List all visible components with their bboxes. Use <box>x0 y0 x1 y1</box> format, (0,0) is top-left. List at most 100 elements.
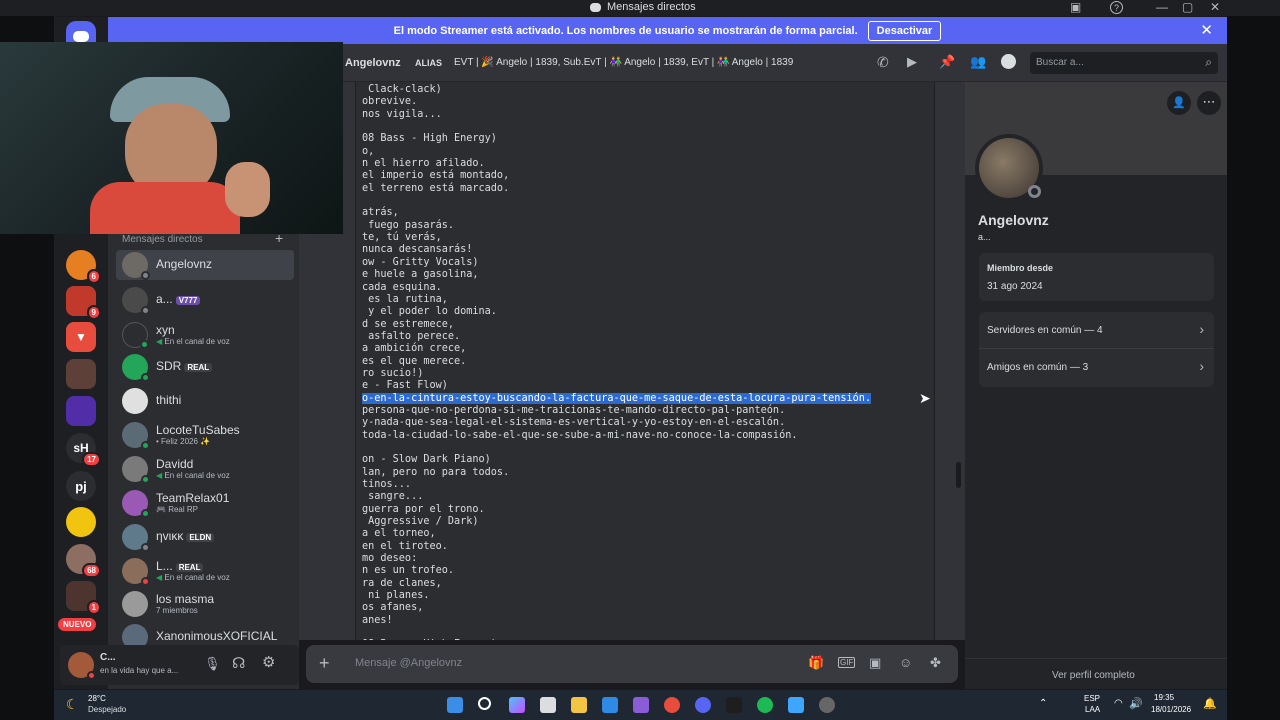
microphone-icon[interactable]: 🎙 <box>204 656 221 672</box>
avatar <box>122 354 150 382</box>
server-icon-8[interactable]: 1 <box>66 581 101 615</box>
clock-time[interactable]: 19:35 <box>1154 693 1174 702</box>
code-line: 08 Bass - High Energy) <box>362 133 497 145</box>
server-icon-6[interactable] <box>66 507 96 537</box>
profile-name: Angelovnz <box>978 212 1049 228</box>
search-taskbar-icon[interactable] <box>478 697 491 710</box>
server-icon-4[interactable] <box>66 359 96 389</box>
search-input[interactable]: Buscar a... ⌕ <box>1030 52 1218 74</box>
more-options-icon[interactable]: ⋯ <box>1197 91 1221 115</box>
sticker-icon[interactable]: ▣ <box>869 655 881 671</box>
dm-item-angelovnz[interactable]: Angelovnz <box>116 250 294 280</box>
gif-icon[interactable]: GIF <box>838 657 856 668</box>
server-icon-1[interactable]: 6 <box>66 250 101 284</box>
add-friends-icon[interactable]: 👥 <box>970 54 986 70</box>
store-icon[interactable] <box>540 697 556 713</box>
copilot-icon[interactable] <box>509 697 525 713</box>
video-call-icon[interactable]: ▶ <box>907 54 917 70</box>
code-line: d se estremece, <box>362 318 455 330</box>
pin-icon[interactable]: 📌 <box>939 54 955 70</box>
apps-icon[interactable]: ✤ <box>930 655 941 671</box>
dm-item-7[interactable]: Davidd ◀ En el canal de voz <box>116 454 294 484</box>
minimize-icon[interactable]: — <box>1156 0 1168 14</box>
dm-name: xyn <box>156 322 175 337</box>
status-indicator <box>1028 185 1041 198</box>
servers-in-common-row[interactable]: Servidores en común — 4 › <box>979 312 1214 349</box>
visual-studio-icon[interactable] <box>633 697 649 713</box>
obs-icon[interactable] <box>819 697 835 713</box>
code-block[interactable]: Clack-clack) obrevive. nos vigila... 08 … <box>355 82 935 640</box>
volume-icon[interactable]: 🔊 <box>1129 697 1143 710</box>
settings-gear-icon[interactable]: ⚙ <box>262 653 275 671</box>
dm-item-3[interactable]: xyn ◀ En el canal de voz <box>116 320 294 350</box>
code-content[interactable]: Clack-clack) obrevive. nos vigila... 08 … <box>356 82 934 640</box>
streamer-mode-banner: El modo Streamer está activado. Los nomb… <box>108 17 1227 44</box>
chrome-icon[interactable] <box>664 697 680 713</box>
mention-badge: 9 <box>86 305 101 320</box>
vscode-icon[interactable] <box>602 697 618 713</box>
windows-start-icon[interactable] <box>447 697 463 713</box>
dm-item-10[interactable]: L... REAL ◀ En el canal de voz <box>116 556 294 586</box>
close-banner-icon[interactable]: ✕ <box>1200 21 1213 39</box>
mouse-cursor-icon: ➤ <box>919 390 931 406</box>
spotify-icon[interactable] <box>757 697 773 713</box>
user-avatar[interactable] <box>68 652 96 680</box>
dm-name: a... <box>156 292 173 307</box>
code-line: ow - Gritty Vocals) <box>362 256 479 268</box>
language-top[interactable]: ESP <box>1084 694 1100 703</box>
dm-tag: V777 <box>175 296 201 306</box>
add-friend-icon[interactable]: 👤 <box>1167 91 1191 115</box>
dm-name: thithi <box>156 393 182 408</box>
help-icon[interactable]: ? <box>1110 1 1123 14</box>
view-full-profile-link[interactable]: Ver perfil completo <box>965 658 1227 689</box>
notepad-icon[interactable] <box>788 697 804 713</box>
code-line: o-en-la-cintura-estoy-buscando-la-factur… <box>362 392 872 404</box>
code-line: es el que merece. <box>362 355 467 367</box>
code-line: e huele a gasolina, <box>362 269 479 281</box>
scrollbar-thumb[interactable] <box>956 462 961 488</box>
dm-item-4[interactable]: SDR REAL <box>116 352 294 382</box>
headphones-icon[interactable]: ☊ <box>232 654 245 672</box>
capcut-icon[interactable] <box>726 697 742 713</box>
voice-call-icon[interactable]: ✆ <box>877 54 889 71</box>
profile-avatar[interactable] <box>975 134 1043 202</box>
server-icon-5[interactable] <box>66 396 96 426</box>
dm-name: los masma <box>156 591 215 606</box>
maximize-icon[interactable]: ▢ <box>1182 0 1193 14</box>
code-line: toda-la-ciudad-lo-sabe-el-que-se-sube-a-… <box>362 429 798 441</box>
dm-sub: En el canal de voz <box>164 337 230 347</box>
dm-sub: En el canal de voz <box>164 471 230 481</box>
wifi-icon[interactable]: ◠ <box>1114 698 1123 709</box>
server-pj-label: pj <box>75 478 87 494</box>
user-profile-toggle-icon[interactable] <box>1001 54 1016 69</box>
dm-item-6[interactable]: LocoteTuSabes • Feliz 2026 ✨ <box>116 420 294 450</box>
tray-chevron-icon[interactable]: ⌃ <box>1039 698 1047 709</box>
dm-name: TeamRelax01 <box>156 490 230 505</box>
close-window-icon[interactable]: ✕ <box>1210 0 1220 14</box>
server-icon-7[interactable]: 68 <box>66 544 101 578</box>
server-icon-3[interactable]: ▼ <box>66 322 96 352</box>
code-line: a el torneo, <box>362 528 436 540</box>
server-icon-pj[interactable]: pj <box>66 471 96 501</box>
code-line: a ambición crece, <box>362 343 467 355</box>
message-composer[interactable]: + Mensaje @Angelovnz 🎁 GIF ▣ ☺ ✤ <box>306 645 958 683</box>
dm-item-9[interactable]: ηvικκ ELDN <box>116 522 294 552</box>
dm-item-11[interactable]: los masma 7 miembros <box>116 589 294 619</box>
notifications-icon[interactable]: 🔔 <box>1203 697 1217 710</box>
weather-icon[interactable]: ☾ <box>66 696 79 713</box>
dm-item-8[interactable]: TeamRelax01 🎮 Real RP <box>116 488 294 518</box>
friends-in-common-row[interactable]: Amigos en común — 3 › <box>979 349 1214 387</box>
deactivate-button[interactable]: Desactivar <box>867 20 942 41</box>
inbox-icon[interactable]: ▣ <box>1070 0 1081 14</box>
code-line: nunca descansarás! <box>362 244 473 256</box>
dm-item-5[interactable]: thithi <box>116 386 294 416</box>
dm-item-2[interactable]: a... V777 <box>116 285 294 315</box>
discord-taskbar-icon[interactable] <box>695 697 711 713</box>
server-icon-2[interactable]: 9 <box>66 286 101 320</box>
new-badge[interactable]: NUEVO <box>58 618 97 631</box>
emoji-icon[interactable]: ☺ <box>899 655 912 670</box>
add-attachment-icon[interactable]: + <box>319 653 330 674</box>
gift-icon[interactable]: 🎁 <box>808 655 824 671</box>
server-icon-sh[interactable]: sH 17 <box>66 433 101 467</box>
file-explorer-icon[interactable] <box>571 697 587 713</box>
